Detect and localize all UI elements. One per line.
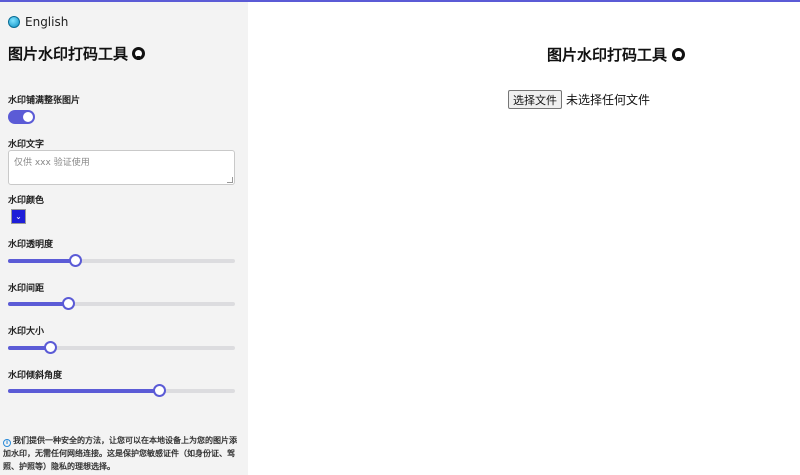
- angle-label: 水印倾斜角度: [8, 371, 63, 381]
- text-label: 水印文字: [8, 140, 45, 150]
- language-switch[interactable]: English: [8, 15, 235, 29]
- color-label: 水印颜色: [8, 196, 45, 206]
- opacity-label: 水印透明度: [8, 240, 54, 250]
- privacy-info: i 我们提供一种安全的方法，让您可以在本地设备上为您的图片添加水印，无需任何网络连…: [3, 434, 239, 473]
- watermark-text-input[interactable]: 仅供 xxx 验证使用: [8, 150, 235, 185]
- toggle-knob: [23, 112, 33, 122]
- slider-fill: [8, 389, 161, 393]
- opacity-slider[interactable]: [8, 254, 235, 267]
- slider-thumb[interactable]: [153, 384, 167, 397]
- watermark-text-placeholder: 仅供 xxx 验证使用: [14, 158, 90, 168]
- page-title: 图片水印打码工具: [547, 44, 686, 65]
- choose-file-button[interactable]: 选择文件: [508, 90, 562, 109]
- size-label: 水印大小: [8, 327, 45, 337]
- chevron-down-icon: ⌄: [15, 211, 22, 221]
- language-label: English: [25, 15, 69, 29]
- file-picker: 选择文件 未选择任何文件: [508, 90, 650, 109]
- fill-toggle[interactable]: [8, 110, 35, 124]
- slider-thumb[interactable]: [69, 254, 83, 267]
- angle-slider[interactable]: [8, 384, 235, 397]
- spacing-slider[interactable]: [8, 297, 235, 310]
- github-icon[interactable]: [672, 48, 686, 61]
- spacing-label: 水印间距: [8, 284, 45, 294]
- info-icon: i: [3, 439, 11, 447]
- github-icon[interactable]: [132, 47, 146, 60]
- slider-fill: [8, 259, 77, 263]
- page-title-text: 图片水印打码工具: [547, 46, 668, 64]
- color-picker[interactable]: ⌄: [11, 209, 26, 224]
- sidebar-title-text: 图片水印打码工具: [8, 45, 129, 63]
- size-slider[interactable]: [8, 341, 235, 354]
- slider-fill: [8, 302, 70, 306]
- resize-grip-icon[interactable]: [227, 177, 233, 183]
- file-status: 未选择任何文件: [566, 93, 651, 107]
- privacy-info-text: 我们提供一种安全的方法，让您可以在本地设备上为您的图片添加水印，无需任何网络连接…: [3, 436, 237, 471]
- fill-label: 水印铺满整张图片: [8, 96, 81, 106]
- globe-icon: [8, 16, 20, 28]
- sidebar-title: 图片水印打码工具: [8, 43, 235, 64]
